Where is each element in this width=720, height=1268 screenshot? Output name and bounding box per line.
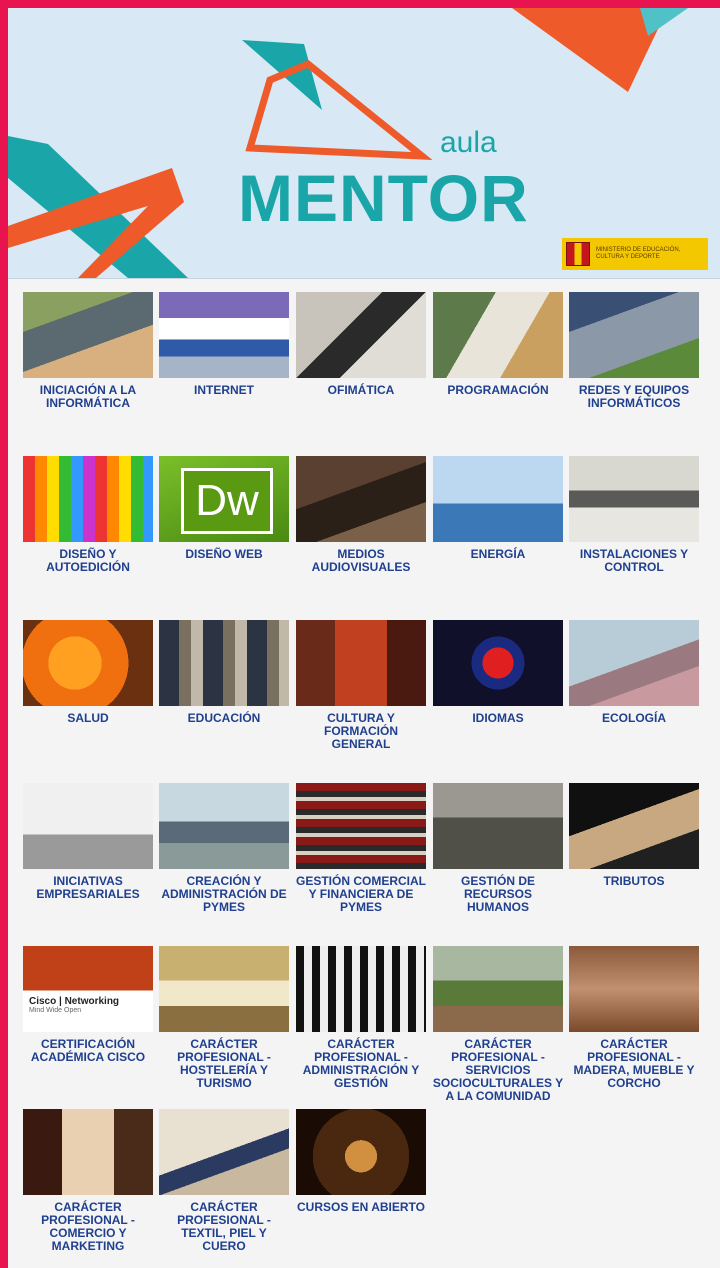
stacked-books-photo[interactable]: [296, 783, 426, 869]
money-house-photo[interactable]: [569, 783, 699, 869]
dreamweaver-text: Dw: [181, 468, 273, 534]
category-tile[interactable]: GESTIÓN DE RECURSOS HUMANOS: [430, 783, 566, 914]
category-tile[interactable]: CARÁCTER PROFESIONAL - HOSTELERÍA Y TURI…: [156, 946, 292, 1090]
category-tile[interactable]: Cisco | Networking Mind Wide Open CERTIFIC…: [20, 946, 156, 1064]
category-tile[interactable]: SALUD: [20, 620, 156, 725]
category-tile[interactable]: DISEÑO Y AUTOEDICIÓN: [20, 456, 156, 574]
category-tile[interactable]: IDIOMAS: [430, 620, 566, 725]
category-tile[interactable]: CARÁCTER PROFESIONAL - COMERCIO Y MARKET…: [20, 1109, 156, 1253]
museum-photo[interactable]: [296, 620, 426, 706]
category-label[interactable]: GESTIÓN COMERCIAL Y FINANCIERA DE PYMES: [293, 875, 429, 914]
category-tile[interactable]: CARÁCTER PROFESIONAL - MADERA, MUEBLE Y …: [566, 946, 702, 1090]
category-label[interactable]: CARÁCTER PROFESIONAL - SERVICIOS SOCIOCU…: [430, 1038, 566, 1103]
cisco-overlay-text: Cisco | Networking Mind Wide Open: [29, 996, 147, 1014]
crowd-photo[interactable]: [433, 783, 563, 869]
category-label[interactable]: INTERNET: [156, 384, 292, 397]
walking-people-photo[interactable]: [23, 783, 153, 869]
category-label[interactable]: DISEÑO WEB: [156, 548, 292, 561]
category-tile[interactable]: MEDIOS AUDIOVISUALES: [293, 456, 429, 574]
film-crew-photo[interactable]: [296, 456, 426, 542]
category-tile[interactable]: REDES Y EQUIPOS INFORMÁTICOS: [566, 292, 702, 410]
category-label[interactable]: MEDIOS AUDIOVISUALES: [293, 548, 429, 574]
wood-texture-photo[interactable]: [569, 946, 699, 1032]
category-label[interactable]: EDUCACIÓN: [156, 712, 292, 725]
category-label[interactable]: GESTIÓN DE RECURSOS HUMANOS: [430, 875, 566, 914]
hotel-facade-photo[interactable]: [159, 946, 289, 1032]
category-tile[interactable]: Dw DISEÑO WEB: [156, 456, 292, 561]
category-tile[interactable]: EDUCACIÓN: [156, 620, 292, 725]
category-tile[interactable]: INICIACIÓN A LA INFORMÁTICA: [20, 292, 156, 410]
ministry-text: MINISTERIO DE EDUCACIÓN, CULTURA Y DEPOR…: [596, 247, 681, 260]
category-label[interactable]: CULTURA Y FORMACIÓN GENERAL: [293, 712, 429, 751]
category-label[interactable]: CARÁCTER PROFESIONAL - HOSTELERÍA Y TURI…: [156, 1038, 292, 1090]
cisco-tagline: Mind Wide Open: [29, 1007, 82, 1014]
category-tile[interactable]: TRIBUTOS: [566, 783, 702, 888]
tablet-photo[interactable]: [433, 292, 563, 378]
category-label[interactable]: CARÁCTER PROFESIONAL - COMERCIO Y MARKET…: [20, 1201, 156, 1253]
category-label[interactable]: REDES Y EQUIPOS INFORMÁTICOS: [566, 384, 702, 410]
category-tile[interactable]: CURSOS EN ABIERTO: [293, 1109, 429, 1214]
category-label[interactable]: CARÁCTER PROFESIONAL - ADMINISTRACIÓN Y …: [293, 1038, 429, 1090]
browser-photo[interactable]: [159, 292, 289, 378]
students-photo[interactable]: [159, 620, 289, 706]
category-tile[interactable]: CARÁCTER PROFESIONAL - TEXTIL, PIEL Y CU…: [156, 1109, 292, 1253]
building-columns-photo[interactable]: [296, 946, 426, 1032]
app-frame: aula MENTOR MINISTERIO DE EDUCACIÓN, CUL…: [8, 8, 720, 1268]
category-tile[interactable]: CREACIÓN Y ADMINISTRACIÓN DE PYMES: [156, 783, 292, 914]
category-tile[interactable]: CULTURA Y FORMACIÓN GENERAL: [293, 620, 429, 751]
lights-hands-photo[interactable]: [296, 1109, 426, 1195]
cisco-networking-photo[interactable]: Cisco | Networking Mind Wide Open: [23, 946, 153, 1032]
orange-outline-shape: [245, 59, 433, 160]
category-label[interactable]: TRIBUTOS: [566, 875, 702, 888]
category-label[interactable]: DISEÑO Y AUTOEDICIÓN: [20, 548, 156, 574]
playground-photo[interactable]: [433, 946, 563, 1032]
category-label[interactable]: INICIACIÓN A LA INFORMÁTICA: [20, 384, 156, 410]
underground-sign-photo[interactable]: [433, 620, 563, 706]
category-tile[interactable]: OFIMÁTICA: [293, 292, 429, 397]
category-tile[interactable]: INTERNET: [156, 292, 292, 397]
category-label[interactable]: CARÁCTER PROFESIONAL - MADERA, MUEBLE Y …: [566, 1038, 702, 1090]
category-label[interactable]: ECOLOGÍA: [566, 712, 702, 725]
category-label[interactable]: SALUD: [20, 712, 156, 725]
category-label[interactable]: CURSOS EN ABIERTO: [293, 1201, 429, 1214]
category-tile[interactable]: GESTIÓN COMERCIAL Y FINANCIERA DE PYMES: [293, 783, 429, 914]
category-tile[interactable]: INICIATIVAS EMPRESARIALES: [20, 783, 156, 901]
category-label[interactable]: ENERGÍA: [430, 548, 566, 561]
colored-pencils-photo[interactable]: [23, 456, 153, 542]
category-tile[interactable]: CARÁCTER PROFESIONAL - SERVICIOS SOCIOCU…: [430, 946, 566, 1103]
category-label[interactable]: PROGRAMACIÓN: [430, 384, 566, 397]
city-skyline-photo[interactable]: [159, 783, 289, 869]
category-label[interactable]: INICIATIVAS EMPRESARIALES: [20, 875, 156, 901]
category-tile[interactable]: ECOLOGÍA: [566, 620, 702, 725]
category-tile[interactable]: CARÁCTER PROFESIONAL - ADMINISTRACIÓN Y …: [293, 946, 429, 1090]
teal-triangle-shape: [640, 8, 688, 36]
blossom-photo[interactable]: [569, 620, 699, 706]
category-label[interactable]: CARÁCTER PROFESIONAL - TEXTIL, PIEL Y CU…: [156, 1201, 292, 1253]
dreamweaver-logo[interactable]: Dw: [159, 456, 289, 542]
shop-window-photo[interactable]: [23, 1109, 153, 1195]
person-computer-photo[interactable]: [23, 292, 153, 378]
category-tile[interactable]: PROGRAMACIÓN: [430, 292, 566, 397]
category-label[interactable]: INSTALACIONES Y CONTROL: [566, 548, 702, 574]
calculator-glasses-photo[interactable]: [296, 292, 426, 378]
category-tile[interactable]: INSTALACIONES Y CONTROL: [566, 456, 702, 574]
scissors-photo[interactable]: [159, 1109, 289, 1195]
category-label[interactable]: IDIOMAS: [430, 712, 566, 725]
oranges-photo[interactable]: [23, 620, 153, 706]
category-label[interactable]: CREACIÓN Y ADMINISTRACIÓN DE PYMES: [156, 875, 292, 914]
brand-mentor-logo: MENTOR: [238, 161, 529, 235]
wind-turbines-photo[interactable]: [433, 456, 563, 542]
electrical-panel-photo[interactable]: [569, 456, 699, 542]
network-equipment-photo[interactable]: [569, 292, 699, 378]
header-banner: aula MENTOR MINISTERIO DE EDUCACIÓN, CUL…: [8, 8, 720, 279]
brand-aula-text: aula: [440, 126, 497, 159]
category-label[interactable]: CERTIFICACIÓN ACADÉMICA CISCO: [20, 1038, 156, 1064]
spain-shield-icon: [566, 242, 590, 266]
category-label[interactable]: OFIMÁTICA: [293, 384, 429, 397]
category-tile[interactable]: ENERGÍA: [430, 456, 566, 561]
ministry-logo: MINISTERIO DE EDUCACIÓN, CULTURA Y DEPOR…: [562, 238, 708, 270]
